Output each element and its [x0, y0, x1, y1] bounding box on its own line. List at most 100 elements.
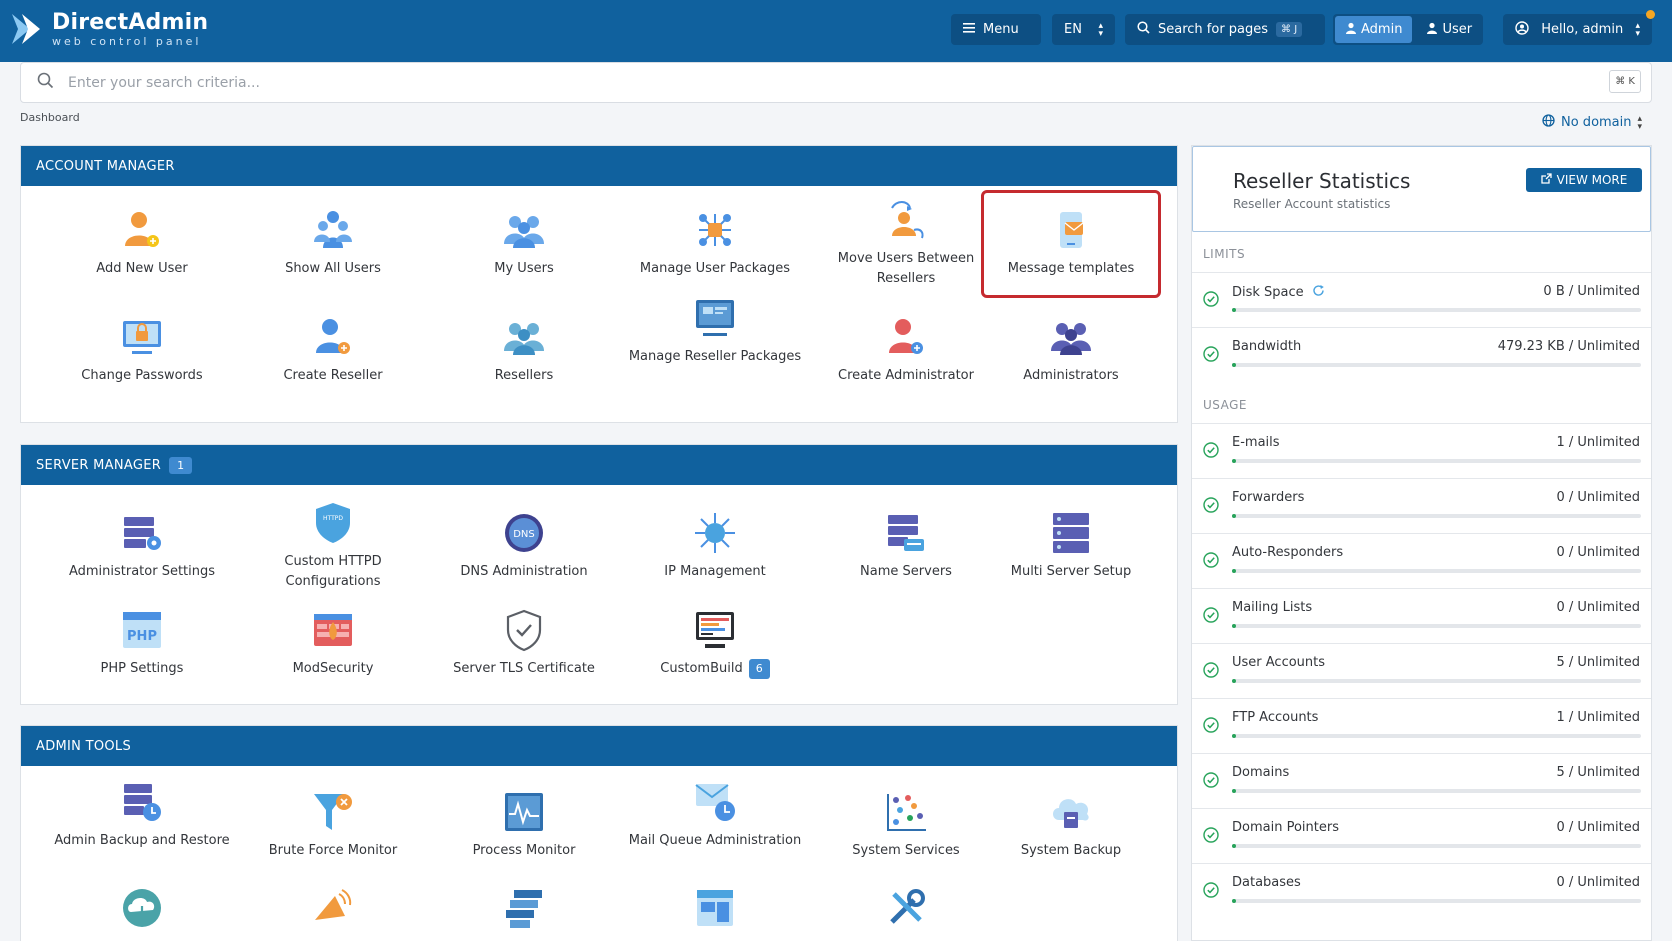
multi-server-icon [1053, 513, 1089, 553]
stat-value: 0 / Unlimited [1556, 820, 1640, 835]
select-arrows-icon: ▴ ▾ [1098, 20, 1103, 39]
directadmin-logo[interactable]: DirectAdmin web control panel [10, 10, 208, 48]
view-more-button[interactable]: VIEW MORE [1526, 168, 1642, 192]
lock-monitor-icon [123, 321, 161, 354]
message-templates-tile[interactable]: Message templates [981, 190, 1161, 298]
check-circle-icon [1203, 827, 1219, 843]
account-circle-icon [1515, 20, 1529, 39]
check-circle-icon [1203, 662, 1219, 678]
ip-management-tile[interactable]: IP Management [620, 511, 810, 582]
reseller-statistics-subtitle: Reseller Account statistics [1233, 197, 1391, 211]
mail-queue-administration-tile[interactable]: Mail Queue Administration [620, 780, 810, 851]
check-circle-icon [1203, 552, 1219, 568]
custombuild-tile[interactable]: CustomBuild 6 [620, 608, 810, 679]
create-reseller-tile[interactable]: Create Reseller [238, 315, 428, 386]
modsecurity-tile[interactable]: ModSecurity [238, 608, 428, 679]
view-more-label: VIEW MORE [1556, 173, 1628, 187]
custombuild-updates-badge: 6 [748, 659, 770, 679]
server-manager-panel: SERVER MANAGER 1 Administrator Settings … [20, 444, 1178, 705]
system-backup-tile[interactable]: System Backup [981, 790, 1161, 861]
refresh-icon[interactable] [1312, 284, 1325, 301]
admin-role-label: Admin [1361, 22, 1403, 37]
name-servers-tile[interactable]: Name Servers [811, 511, 1001, 582]
admin-settings-icon [124, 517, 161, 550]
admin-role-button[interactable]: Admin [1335, 16, 1413, 43]
user-role-button[interactable]: User [1416, 16, 1482, 43]
partial-tile-1[interactable] [47, 886, 237, 927]
admin-backup-restore-tile[interactable]: Admin Backup and Restore [47, 780, 237, 851]
tls-shield-icon [506, 609, 542, 652]
stat-row-databases: Databases 0 / Unlimited [1192, 863, 1651, 918]
cloud-download-icon [123, 889, 161, 927]
tile-label: Add New User [96, 261, 188, 276]
global-search[interactable]: Enter your search criteria... ⌘ K [20, 62, 1652, 103]
stat-row-forwarders: Forwarders 0 / Unlimited [1192, 478, 1651, 533]
dns-administration-tile[interactable]: DNS DNS Administration [429, 511, 619, 582]
httpd-shield-icon: HTTPD [316, 503, 350, 543]
manage-user-packages-tile[interactable]: Manage User Packages [620, 208, 810, 279]
ip-network-icon [695, 513, 735, 553]
php-icon: PHP [123, 612, 161, 648]
administrators-icon [1051, 323, 1091, 355]
process-monitor-tile[interactable]: Process Monitor [429, 790, 619, 861]
packages-icon [699, 214, 731, 246]
move-users-tile[interactable]: Move Users Between Resellers [811, 198, 1001, 289]
show-all-users-tile[interactable]: Show All Users [238, 208, 428, 279]
stat-row-ftp-accounts: FTP Accounts 1 / Unlimited [1192, 698, 1651, 753]
tile-label: Change Passwords [81, 368, 203, 383]
partial-tile-4[interactable] [620, 886, 810, 926]
tile-label: Process Monitor [472, 843, 576, 858]
check-circle-icon [1203, 291, 1219, 307]
stat-value: 0 / Unlimited [1556, 600, 1640, 615]
partial-tile-3[interactable] [429, 886, 619, 928]
account-menu-button[interactable]: Hello, admin ▴ ▾ [1503, 14, 1652, 45]
php-settings-tile[interactable]: PHP PHP Settings [47, 608, 237, 679]
tile-label: CustomBuild [660, 661, 743, 676]
stat-value: 0 / Unlimited [1556, 490, 1640, 505]
tile-label: Name Servers [860, 564, 952, 579]
server-manager-header: SERVER MANAGER 1 [21, 445, 1177, 485]
mail-queue-icon [695, 784, 735, 821]
resellers-tile[interactable]: Resellers [429, 315, 619, 386]
breadcrumb[interactable]: Dashboard [20, 111, 80, 124]
add-user-icon [125, 212, 159, 247]
custom-httpd-tile[interactable]: HTTPD Custom HTTPD Configurations [238, 501, 428, 592]
name-servers-icon [888, 515, 924, 551]
language-select[interactable]: EN ▴ ▾ [1052, 14, 1115, 45]
my-users-tile[interactable]: My Users [429, 208, 619, 279]
move-users-icon [891, 201, 924, 239]
usage-progress-bar [1232, 624, 1641, 628]
stat-value: 0 / Unlimited [1556, 545, 1640, 560]
page-search-button[interactable]: Search for pages ⌘ J [1125, 14, 1325, 45]
check-circle-icon [1203, 442, 1219, 458]
administrators-tile[interactable]: Administrators [981, 315, 1161, 386]
partial-tile-5[interactable] [811, 886, 1001, 926]
menu-button[interactable]: Menu [951, 14, 1041, 45]
stat-name: Domain Pointers [1232, 820, 1339, 835]
page-search-label: Search for pages [1158, 22, 1269, 37]
user-icon [1345, 22, 1357, 38]
create-administrator-tile[interactable]: Create Administrator [811, 315, 1001, 386]
add-new-user-tile[interactable]: Add New User [47, 208, 237, 279]
multi-server-setup-tile[interactable]: Multi Server Setup [981, 511, 1161, 582]
manage-reseller-packages-tile[interactable]: Manage Reseller Packages [620, 296, 810, 367]
stat-name: Domains [1232, 765, 1290, 780]
user-role-label: User [1442, 22, 1473, 37]
change-passwords-tile[interactable]: Change Passwords [47, 315, 237, 386]
select-arrows-icon: ▴ ▾ [1637, 113, 1643, 132]
backup-restore-icon [124, 784, 161, 821]
partial-tile-2[interactable] [238, 886, 428, 926]
server-tls-certificate-tile[interactable]: Server TLS Certificate [429, 608, 619, 679]
search-input[interactable]: Enter your search criteria... [68, 75, 260, 91]
stacked-windows-icon [506, 890, 542, 928]
tile-label: Resellers [494, 368, 554, 383]
search-icon [1137, 21, 1150, 38]
tile-label: Create Administrator [838, 368, 974, 383]
message-template-icon [1060, 212, 1084, 248]
system-services-tile[interactable]: System Services [811, 790, 1001, 861]
resellers-icon [504, 323, 544, 355]
domain-selector[interactable]: No domain ▴ ▾ [1542, 114, 1642, 131]
administrator-settings-tile[interactable]: Administrator Settings [47, 511, 237, 582]
stat-value: 0 B / Unlimited [1543, 284, 1640, 299]
brute-force-monitor-tile[interactable]: Brute Force Monitor [238, 790, 428, 861]
